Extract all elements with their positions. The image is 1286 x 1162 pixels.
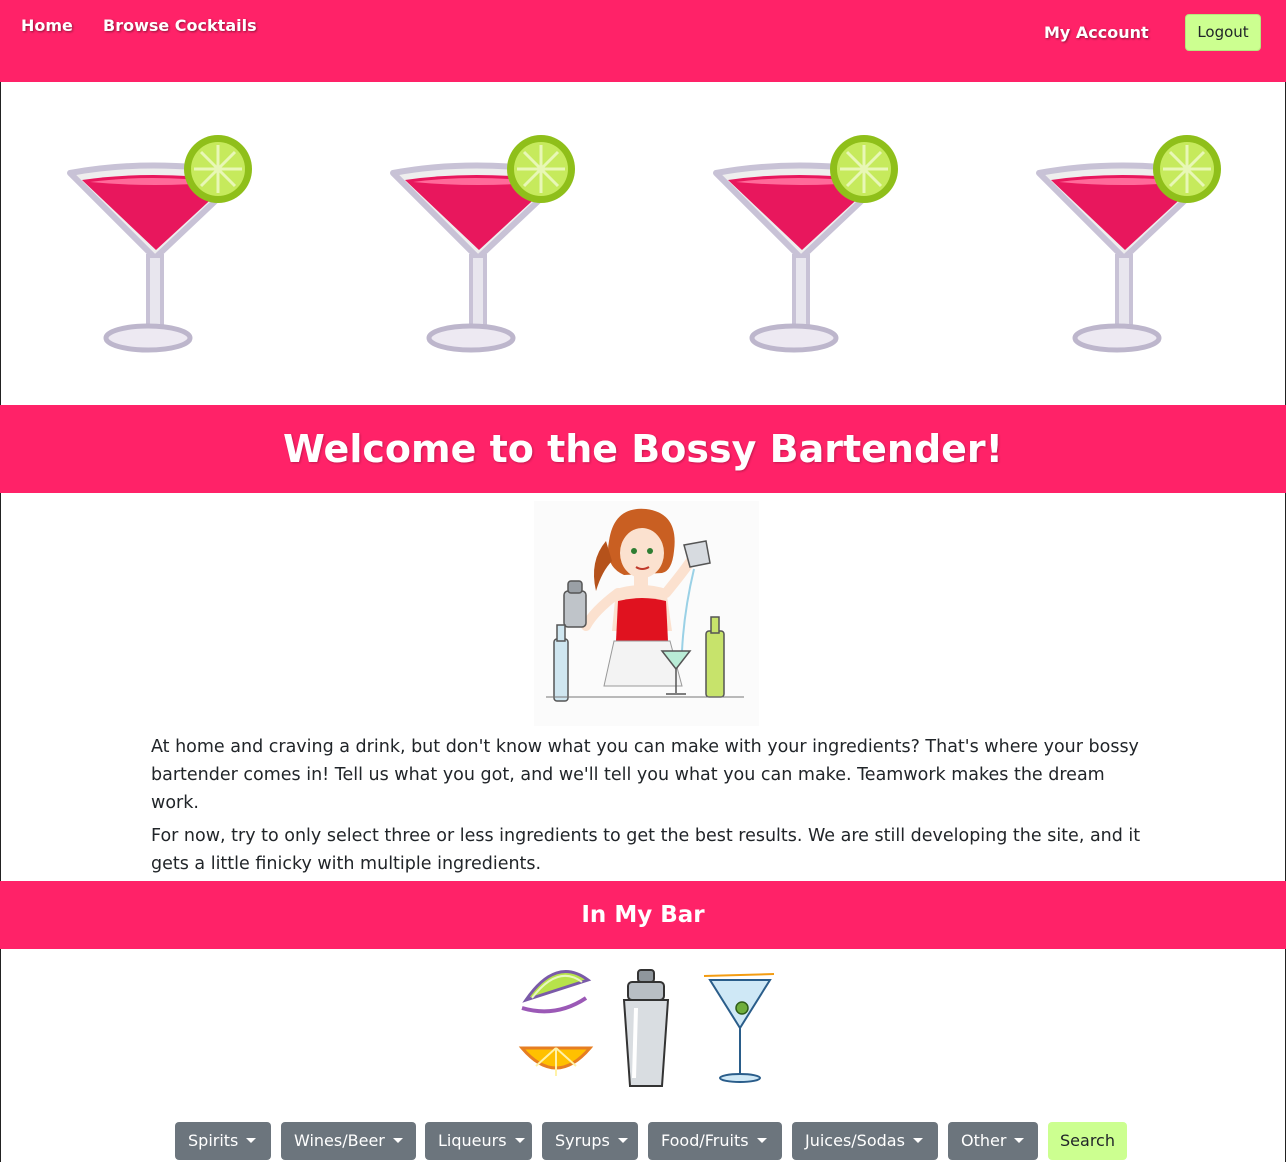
chevron-down-icon — [246, 1138, 257, 1143]
nav-home-link[interactable]: Home — [21, 16, 73, 35]
nav-my-account-link[interactable]: My Account — [1044, 23, 1149, 42]
top-navbar: Home Browse Cocktails My Account Logout — [0, 0, 1286, 82]
dropdown-spirits-label: Spirits — [188, 1131, 239, 1150]
welcome-banner: Welcome to the Bossy Bartender! — [0, 405, 1286, 493]
in-my-bar-banner: In My Bar — [0, 881, 1286, 949]
chevron-down-icon — [392, 1138, 403, 1143]
ingredient-filter-bar: Spirits Wines/Beer Liqueurs Syrups Food/… — [0, 1122, 1286, 1160]
dropdown-food-fruits-label: Food/Fruits — [661, 1131, 749, 1150]
intro-text: At home and craving a drink, but don't k… — [151, 733, 1141, 883]
bartender-illustration — [534, 501, 759, 726]
chevron-down-icon — [617, 1138, 628, 1143]
dropdown-juices-sodas-label: Juices/Sodas — [805, 1131, 905, 1150]
dropdown-juices-sodas[interactable]: Juices/Sodas — [792, 1122, 938, 1160]
logout-button[interactable]: Logout — [1185, 14, 1261, 51]
chevron-down-icon — [514, 1138, 525, 1143]
dropdown-food-fruits[interactable]: Food/Fruits — [648, 1122, 782, 1160]
chevron-down-icon — [756, 1138, 767, 1143]
chevron-down-icon — [1014, 1138, 1025, 1143]
cocktail-glass-icon — [706, 128, 906, 358]
dropdown-spirits[interactable]: Spirits — [175, 1122, 271, 1160]
dropdown-syrups-label: Syrups — [555, 1131, 610, 1150]
nav-browse-cocktails-link[interactable]: Browse Cocktails — [103, 16, 257, 35]
bar-tools-illustration — [516, 958, 778, 1113]
dropdown-other-label: Other — [961, 1131, 1007, 1150]
cocktail-glass-icon — [1029, 128, 1229, 358]
dropdown-other[interactable]: Other — [948, 1122, 1038, 1160]
dropdown-syrups[interactable]: Syrups — [542, 1122, 638, 1160]
cocktail-glass-icon — [383, 128, 583, 358]
chevron-down-icon — [912, 1138, 923, 1143]
welcome-title: Welcome to the Bossy Bartender! — [283, 427, 1003, 471]
intro-paragraph-2: For now, try to only select three or les… — [151, 826, 1141, 874]
search-button[interactable]: Search — [1048, 1122, 1127, 1160]
dropdown-wines-beer[interactable]: Wines/Beer — [281, 1122, 416, 1160]
dropdown-liqueurs[interactable]: Liqueurs — [425, 1122, 532, 1160]
dropdown-liqueurs-label: Liqueurs — [438, 1131, 507, 1150]
cocktail-glass-icon — [60, 128, 260, 358]
in-my-bar-title: In My Bar — [581, 902, 705, 928]
intro-paragraph-1: At home and craving a drink, but don't k… — [151, 737, 1139, 813]
dropdown-wines-beer-label: Wines/Beer — [294, 1131, 385, 1150]
